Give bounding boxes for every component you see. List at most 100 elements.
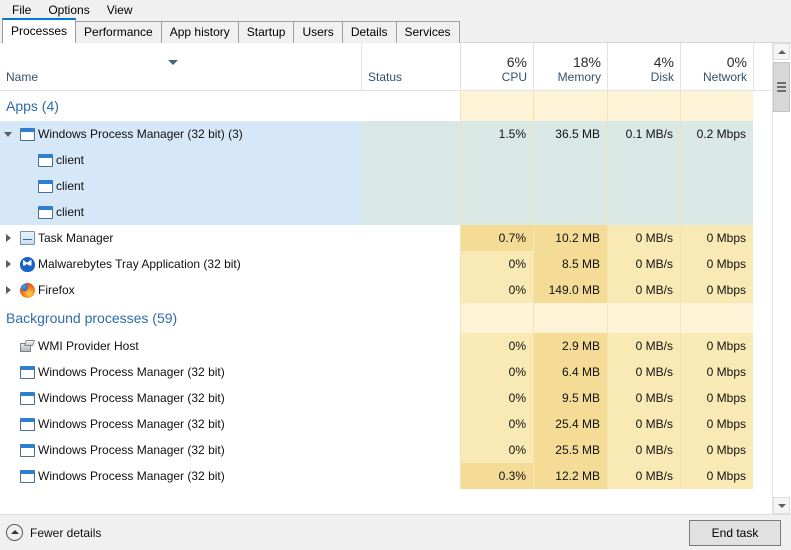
- expand-triangle-collapsed-icon[interactable]: [0, 225, 16, 251]
- cell-disk: 0 MB/s: [607, 385, 680, 411]
- table-row[interactable]: 0% 6.4 MB 0 MB/s 0 Mbps Windows Process Mana…: [0, 359, 791, 385]
- task-manager-window: File Options View Processes Performance App …: [0, 0, 791, 550]
- row-icon-slot: [34, 173, 56, 199]
- table-row[interactable]: 0% 9.5 MB 0 MB/s 0 Mbps Windows Process Mana…: [0, 385, 791, 411]
- column-header-memory[interactable]: 18% Memory: [533, 43, 607, 90]
- cell-memory: 2.9 MB: [533, 333, 607, 359]
- table-row[interactable]: 0% 149.0 MB 0 MB/s 0 Mbps Firefox: [0, 277, 791, 303]
- table-row[interactable]: 0.7% 10.2 MB 0 MB/s 0 Mbps Task Manager: [0, 225, 791, 251]
- process-name-label: client: [56, 179, 85, 193]
- table-row[interactable]: 0.3% 12.2 MB 0 MB/s 0 Mbps Windows Process M…: [0, 463, 791, 489]
- cell-name: Malwarebytes Tray Application (32 bit): [0, 251, 360, 277]
- expander-placeholder: [0, 411, 16, 437]
- child-row[interactable]: client: [0, 147, 394, 173]
- cell-memory: 8.5 MB: [533, 251, 607, 277]
- cell-memory: 9.5 MB: [533, 385, 607, 411]
- child-row[interactable]: client: [0, 199, 394, 225]
- tab-details[interactable]: Details: [341, 21, 397, 43]
- cell-status: [361, 437, 460, 463]
- tab-processes[interactable]: Processes: [2, 18, 77, 43]
- wmi-icon: [19, 340, 35, 353]
- cell-cpu: 0.3%: [460, 463, 533, 489]
- process-list[interactable]: Apps (4) 1.5% 36.5 MB 0.1 MB/s 0.2 Mbps Windo…: [0, 91, 791, 514]
- cell-disk: 0 MB/s: [607, 225, 680, 251]
- row-icon-slot: [34, 199, 56, 225]
- cell-name: Windows Process Manager (32 bit): [0, 385, 360, 411]
- table-row[interactable]: 0% 25.5 MB 0 MB/s 0 Mbps Windows Process Man…: [0, 437, 791, 463]
- table-row[interactable]: 1.5% 36.5 MB 0.1 MB/s 0.2 Mbps Windows Proce…: [0, 121, 791, 225]
- process-name-label: client: [56, 153, 85, 167]
- memory-total-percent: 18%: [572, 54, 601, 70]
- fewer-details-button[interactable]: Fewer details: [6, 524, 101, 541]
- cell-network: 0 Mbps: [680, 385, 753, 411]
- process-name-label: Windows Process Manager (32 bit): [38, 443, 225, 457]
- expand-triangle-expanded-icon[interactable]: [0, 121, 16, 147]
- window-icon: [37, 153, 53, 167]
- table-row[interactable]: 0% 8.5 MB 0 MB/s 0 Mbps Malwarebytes Tray Ap…: [0, 251, 791, 277]
- tab-startup[interactable]: Startup: [237, 21, 295, 43]
- group-header[interactable]: Apps (4): [0, 91, 791, 121]
- expander-placeholder: [0, 437, 16, 463]
- scrollbar-thumb[interactable]: [773, 62, 790, 112]
- expand-triangle-collapsed-icon[interactable]: [0, 277, 16, 303]
- table-row[interactable]: 0% 25.4 MB 0 MB/s 0 Mbps Windows Process Man…: [0, 411, 791, 437]
- cell-disk: 0.1 MB/s: [607, 121, 680, 225]
- window-icon: [19, 127, 35, 141]
- cell-status: [361, 225, 460, 251]
- table-row[interactable]: 0% 2.9 MB 0 MB/s 0 Mbps WMI Provider Host: [0, 333, 791, 359]
- cell-name: WMI Provider Host: [0, 333, 360, 359]
- row-tail: [753, 303, 773, 333]
- cell-name: Firefox: [0, 277, 360, 303]
- child-row[interactable]: client: [0, 173, 394, 199]
- expander-placeholder: [0, 463, 16, 489]
- cell-status: [361, 359, 460, 385]
- expander-placeholder: [0, 385, 16, 411]
- cell-cpu: 0%: [460, 385, 533, 411]
- cell-cpu: 1.5%: [460, 121, 533, 225]
- column-header-disk[interactable]: 4% Disk: [607, 43, 680, 90]
- menu-item-view[interactable]: View: [99, 1, 142, 19]
- tab-strip: Processes Performance App history Startup Us…: [0, 18, 791, 43]
- row-icon-slot: [16, 359, 38, 385]
- process-table: Name Status 6% CPU 18% Memory 4% Disk 0%…: [0, 43, 791, 514]
- scroll-down-button[interactable]: [773, 497, 790, 514]
- cell-network: 0 Mbps: [680, 225, 753, 251]
- vertical-scrollbar[interactable]: [772, 43, 791, 514]
- cell-disk: 0 MB/s: [607, 333, 680, 359]
- column-header-name[interactable]: Name: [0, 43, 360, 90]
- row-tail: [753, 437, 773, 463]
- column-header-network[interactable]: 0% Network: [680, 43, 753, 90]
- window-icon: [37, 179, 53, 193]
- cell-disk: [607, 303, 680, 333]
- column-header-status[interactable]: Status: [361, 43, 460, 90]
- menu-item-file[interactable]: File: [4, 1, 40, 19]
- row-icon-slot: [16, 333, 38, 359]
- end-task-button[interactable]: End task: [689, 519, 781, 546]
- expander-placeholder: [0, 333, 16, 359]
- cell-memory: 36.5 MB: [533, 121, 607, 225]
- tab-performance[interactable]: Performance: [75, 21, 162, 43]
- expand-triangle-collapsed-icon[interactable]: [0, 251, 16, 277]
- task-manager-icon: [19, 231, 35, 245]
- tab-users[interactable]: Users: [293, 21, 343, 43]
- group-header[interactable]: Background processes (59): [0, 303, 791, 333]
- window-icon: [19, 469, 35, 483]
- row-icon-slot: [16, 251, 38, 277]
- process-name-label: Windows Process Manager (32 bit) (3): [38, 127, 243, 141]
- chevron-up-circle-icon: [6, 524, 23, 541]
- scroll-up-button[interactable]: [773, 43, 790, 60]
- cell-memory: 25.4 MB: [533, 411, 607, 437]
- column-header-cpu[interactable]: 6% CPU: [460, 43, 533, 90]
- cell-cpu: 0.7%: [460, 225, 533, 251]
- menu-item-options[interactable]: Options: [40, 1, 98, 19]
- sort-descending-icon: [168, 60, 178, 65]
- expander-placeholder: [0, 359, 16, 385]
- tab-services[interactable]: Services: [395, 21, 460, 43]
- cell-name: Windows Process Manager (32 bit): [0, 411, 360, 437]
- process-name-label: WMI Provider Host: [38, 339, 139, 353]
- tab-app-history[interactable]: App history: [160, 21, 239, 43]
- cell-name: Windows Process Manager (32 bit): [0, 359, 360, 385]
- cell-cpu: 0%: [460, 251, 533, 277]
- cell-cpu: 0%: [460, 333, 533, 359]
- window-icon: [19, 391, 35, 405]
